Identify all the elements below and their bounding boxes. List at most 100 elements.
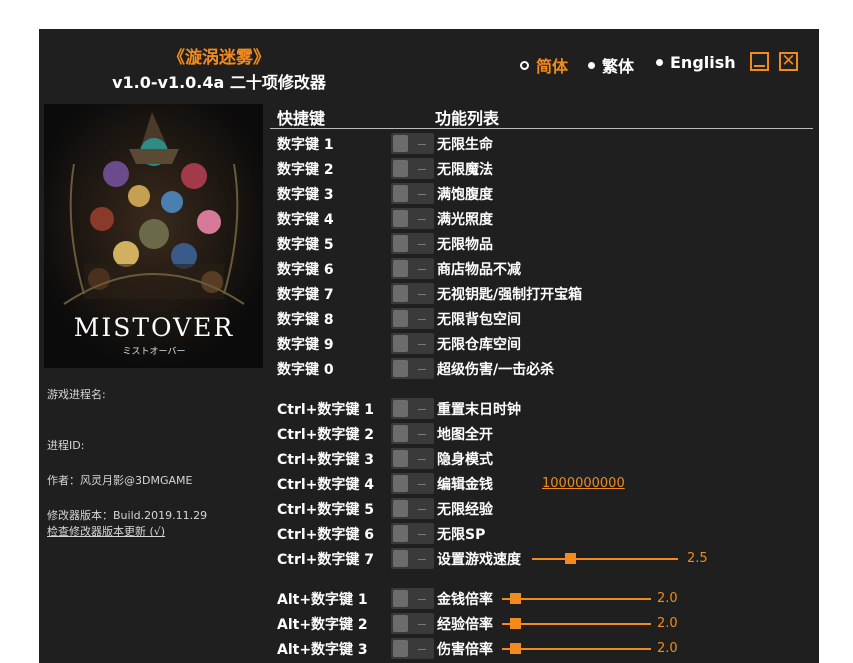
hotkey-label: 数字键 3: [277, 187, 334, 203]
money-multiplier-slider-track[interactable]: [502, 598, 651, 600]
cheat-toggle[interactable]: [391, 523, 434, 544]
hotkey-label: 数字键 2: [277, 162, 334, 178]
cheat-toggle[interactable]: [391, 548, 434, 569]
cheat-label: 隐身模式: [437, 452, 493, 468]
trainer-window: 《漩涡迷雾》 v1.0-v1.0.4a 二十项修改器 简体 繁体 English…: [39, 29, 819, 663]
hotkey-label: Ctrl+数字键 2: [277, 427, 375, 443]
money-value-input[interactable]: 1000000000: [542, 476, 625, 491]
lang-option-traditional[interactable]: 繁体: [588, 53, 634, 77]
hotkey-label: Alt+数字键 1: [277, 592, 368, 608]
check-update-link[interactable]: 检查修改器版本更新 (√): [47, 523, 165, 539]
exp-multiplier-slider-handle[interactable]: [510, 618, 521, 629]
damage-multiplier-slider-handle[interactable]: [510, 643, 521, 654]
trainer-subtitle: v1.0-v1.0.4a 二十项修改器: [112, 73, 326, 92]
lang-label: 简体: [536, 57, 569, 76]
toggle-knob: [393, 360, 408, 377]
hotkey-label: 数字键 0: [277, 362, 334, 378]
toggle-knob: [393, 160, 408, 177]
cheat-row: 数字键 7 无视钥匙/强制打开宝箱: [277, 282, 817, 307]
author-info: 作者：风灵月影@3DMGAME: [47, 474, 193, 487]
hotkey-label: Ctrl+数字键 4: [277, 477, 375, 493]
toggle-knob: [393, 615, 408, 632]
cheat-label: 伤害倍率: [437, 642, 493, 658]
speed-slider-handle[interactable]: [565, 553, 576, 564]
cheat-toggle[interactable]: [391, 308, 434, 329]
cheat-toggle[interactable]: [391, 423, 434, 444]
toggle-track-mark: [418, 244, 426, 245]
toggle-knob: [393, 500, 408, 517]
cheat-row: Alt+数字键 2 经验倍率 2.0: [277, 612, 817, 637]
lang-option-simplified[interactable]: 简体: [520, 53, 568, 77]
game-title: 《漩涡迷雾》: [168, 48, 270, 68]
hotkey-label: Alt+数字键 3: [277, 642, 368, 658]
cheat-toggle[interactable]: [391, 233, 434, 254]
radio-icon: [656, 59, 663, 66]
toggle-knob: [393, 525, 408, 542]
process-name-label: 游戏进程名:: [47, 388, 106, 401]
cheat-toggle[interactable]: [391, 358, 434, 379]
cheat-toggle[interactable]: [391, 283, 434, 304]
damage-multiplier-value: 2.0: [657, 641, 678, 656]
toggle-track-mark: [418, 509, 426, 510]
feature-list-header: 功能列表: [435, 109, 500, 128]
cheat-label: 无限物品: [437, 237, 493, 253]
cheat-toggle[interactable]: [391, 638, 434, 659]
cheat-label: 无限魔法: [437, 162, 493, 178]
cheat-toggle[interactable]: [391, 258, 434, 279]
cheat-toggle[interactable]: [391, 588, 434, 609]
cheat-label: 超级伤害/一击必杀: [437, 362, 555, 378]
toggle-knob: [393, 260, 408, 277]
cheat-row: 数字键 9 无限仓库空间: [277, 332, 817, 357]
toggle-track-mark: [418, 624, 426, 625]
cover-logo-text: MISTOVER: [74, 313, 234, 342]
toggle-knob: [393, 310, 408, 327]
toggle-track-mark: [418, 559, 426, 560]
cheat-toggle[interactable]: [391, 183, 434, 204]
cheat-row: Ctrl+数字键 7 设置游戏速度 2.5: [277, 547, 817, 572]
close-button[interactable]: ✕: [779, 51, 798, 71]
cheat-toggle[interactable]: [391, 448, 434, 469]
cheat-label: 编辑金钱: [437, 477, 493, 493]
cheat-label: 无视钥匙/强制打开宝箱: [437, 287, 583, 303]
cheat-row: Alt+数字键 1 金钱倍率 2.0: [277, 587, 817, 612]
hotkey-label: Alt+数字键 2: [277, 617, 368, 633]
exp-multiplier-slider-track[interactable]: [502, 623, 651, 625]
hotkey-label: 数字键 6: [277, 262, 334, 278]
toggle-knob: [393, 550, 408, 567]
cheat-toggle[interactable]: [391, 473, 434, 494]
cheat-toggle[interactable]: [391, 158, 434, 179]
speed-slider-track[interactable]: [532, 558, 678, 560]
cheat-toggle[interactable]: [391, 133, 434, 154]
damage-multiplier-slider-track[interactable]: [502, 648, 651, 650]
toggle-track-mark: [418, 484, 426, 485]
toggle-track-mark: [418, 344, 426, 345]
cheat-row: 数字键 6 商店物品不减: [277, 257, 817, 282]
cheat-toggle[interactable]: [391, 398, 434, 419]
cheat-label: 无限生命: [437, 137, 493, 153]
toggle-track-mark: [418, 649, 426, 650]
toggle-track-mark: [418, 269, 426, 270]
cheat-toggle[interactable]: [391, 613, 434, 634]
cheat-toggle[interactable]: [391, 208, 434, 229]
lang-option-english[interactable]: English: [656, 53, 736, 72]
cheat-row: 数字键 3 满饱腹度: [277, 182, 817, 207]
cheat-label: 设置游戏速度: [437, 552, 521, 568]
minimize-button[interactable]: [750, 52, 769, 71]
hotkey-label: Ctrl+数字键 3: [277, 452, 375, 468]
toggle-track-mark: [418, 319, 426, 320]
cheat-toggle[interactable]: [391, 333, 434, 354]
cheat-toggle[interactable]: [391, 498, 434, 519]
cheat-row: 数字键 1 无限生命: [277, 132, 817, 157]
toggle-knob: [393, 640, 408, 657]
hotkey-label: 数字键 1: [277, 137, 334, 153]
money-multiplier-slider-handle[interactable]: [510, 593, 521, 604]
game-cover-art: MISTOVER ミストオーバー: [44, 104, 263, 368]
toggle-track-mark: [418, 599, 426, 600]
toggle-knob: [393, 590, 408, 607]
lang-label: English: [670, 53, 736, 72]
cheat-row: Ctrl+数字键 3 隐身模式: [277, 447, 817, 472]
toggle-knob: [393, 425, 408, 442]
cheat-label: 商店物品不减: [437, 262, 521, 278]
toggle-knob: [393, 400, 408, 417]
exp-multiplier-value: 2.0: [657, 616, 678, 631]
